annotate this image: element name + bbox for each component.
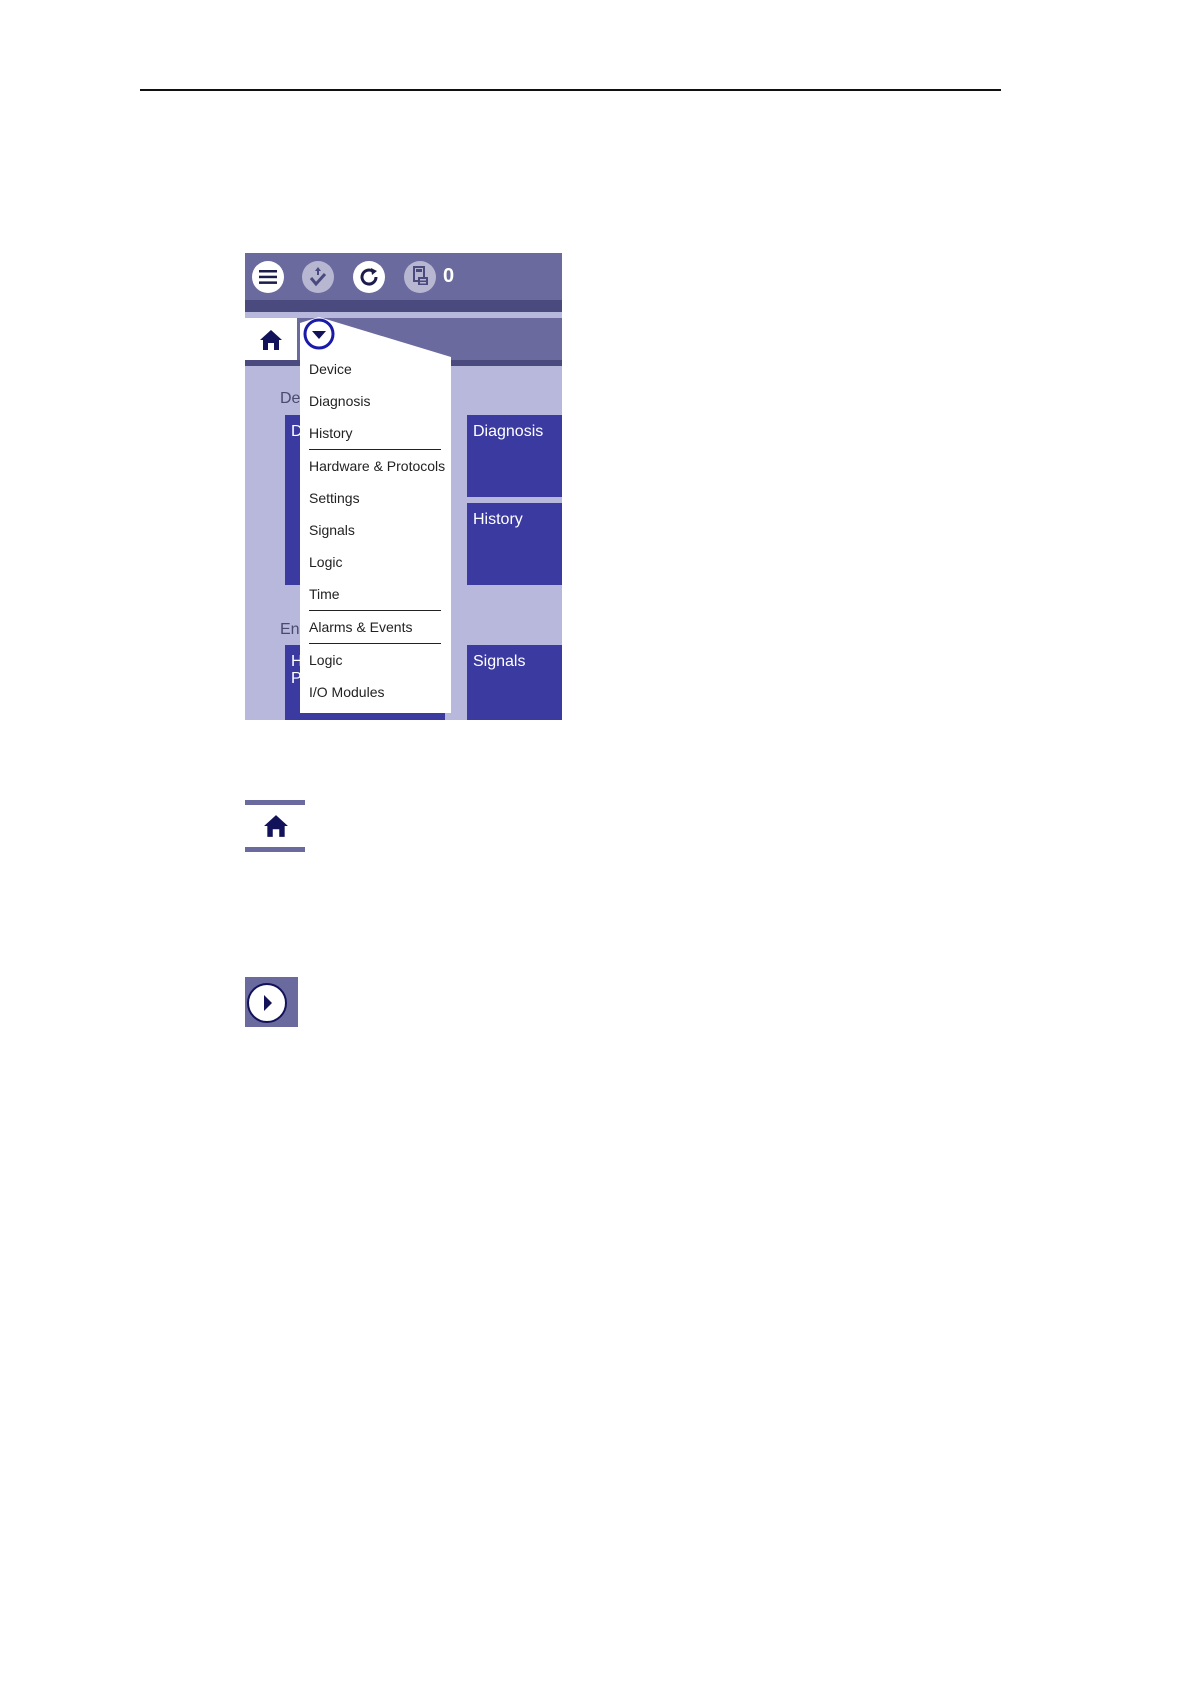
menu-item[interactable]: Signals: [300, 514, 450, 546]
legend-next-button: [245, 977, 298, 1027]
menu-item[interactable]: I/O Modules: [300, 676, 450, 708]
menu-item[interactable]: Logic: [300, 644, 450, 676]
ui-screenshot-panel: 0 De D Diagnosis History En H P Signals: [245, 253, 562, 720]
menu-item[interactable]: Alarms & Events: [300, 611, 450, 643]
page-header-rule: [140, 89, 1001, 91]
chevron-right-circle-icon: [247, 983, 287, 1023]
menu-item[interactable]: Settings: [300, 482, 450, 514]
navigation-dropdown-button[interactable]: [303, 318, 335, 350]
legend-home-button: [245, 800, 305, 852]
chevron-down-circle-icon: [303, 318, 335, 350]
menu-item[interactable]: History: [300, 417, 450, 449]
legend-home-top-bar: [245, 800, 305, 805]
menu-item[interactable]: Hardware & Protocols: [300, 450, 450, 482]
menu-item[interactable]: Logic: [300, 546, 450, 578]
legend-home-bottom-bar: [245, 847, 305, 852]
menu-item[interactable]: Device: [300, 353, 450, 385]
menu-item[interactable]: Time: [300, 578, 450, 610]
menu-item[interactable]: Diagnosis: [300, 385, 450, 417]
navigation-menu: Device Diagnosis History Hardware & Protoco…: [300, 353, 450, 708]
home-icon: [264, 815, 288, 837]
